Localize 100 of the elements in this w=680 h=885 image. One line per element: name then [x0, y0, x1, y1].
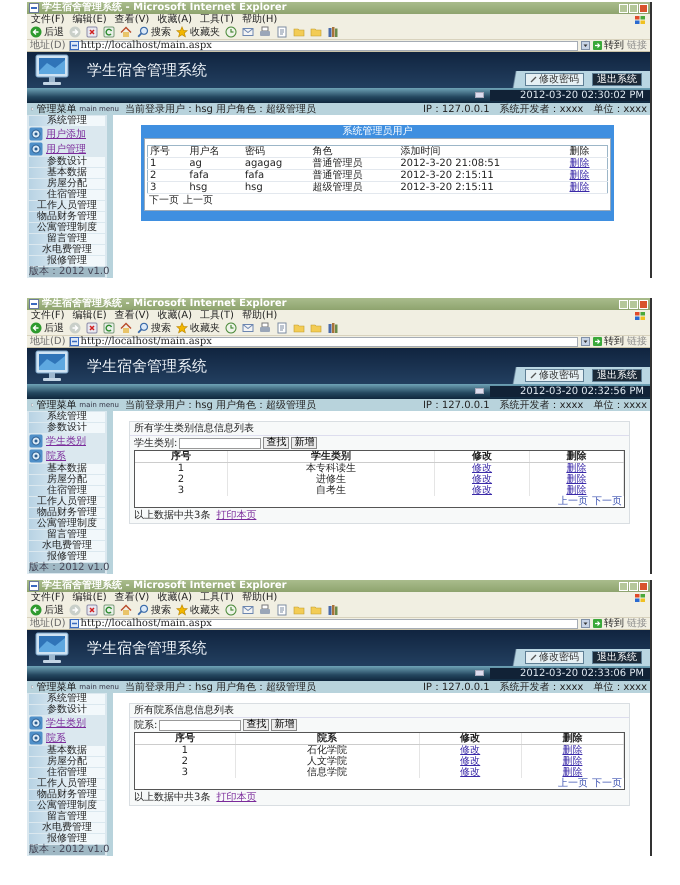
menu-link[interactable]: 用户添加	[46, 128, 86, 140]
home-icon[interactable]	[120, 26, 132, 38]
menu-item[interactable]: 收藏(A)	[157, 14, 192, 25]
menu-item[interactable]: 系统管理	[29, 116, 105, 126]
menu-item[interactable]: 基本数据	[29, 168, 105, 178]
menu-item[interactable]: 报修管理	[29, 552, 105, 562]
maximize-button[interactable]	[629, 4, 638, 12]
change-password-button[interactable]: 修改密码	[525, 369, 584, 382]
mail-icon[interactable]	[242, 604, 254, 616]
mail-icon[interactable]	[242, 322, 254, 334]
form-button[interactable]: 新增	[271, 719, 298, 731]
pager-link[interactable]: 上一页	[183, 195, 213, 206]
table-link[interactable]: 删除	[566, 485, 586, 496]
menu-item[interactable]: 工作人员管理	[29, 201, 105, 211]
mail-icon[interactable]	[242, 26, 254, 38]
favorites-button[interactable]: 收藏夹	[176, 322, 220, 334]
refresh-icon[interactable]	[103, 604, 115, 616]
stop-icon[interactable]	[86, 604, 98, 616]
table-link[interactable]: 删除	[562, 767, 582, 778]
dropdown-icon[interactable]	[581, 619, 590, 628]
document-icon[interactable]	[276, 26, 288, 38]
books-icon[interactable]	[327, 26, 339, 38]
menu-link[interactable]: 院系	[46, 450, 66, 462]
menu-link[interactable]: 院系	[46, 732, 66, 744]
form-button[interactable]: 新增	[291, 437, 318, 449]
menu-item[interactable]: 参数设计	[29, 157, 105, 167]
table-link[interactable]: 修改	[460, 745, 480, 756]
menu-item[interactable]: 查看(V)	[114, 592, 150, 603]
go-button[interactable]: 转到	[593, 618, 624, 629]
menu-item[interactable]: 工具(T)	[200, 592, 234, 603]
table-link[interactable]: 修改	[460, 756, 480, 767]
menu-item[interactable]: 文件(F)	[31, 592, 65, 603]
menu-item[interactable]: 参数设计	[29, 705, 105, 715]
menu-item[interactable]: 物品财务管理	[29, 212, 105, 222]
menu-item[interactable]: 物品财务管理	[29, 508, 105, 518]
menu-item[interactable]: 报修管理	[29, 256, 105, 266]
menu-item[interactable]: 文件(F)	[31, 14, 65, 25]
pager-link[interactable]: 上一页	[558, 778, 588, 789]
table-link[interactable]: 修改	[460, 767, 480, 778]
search-button[interactable]: 搜索	[137, 604, 171, 616]
print-link[interactable]: 打印本页	[216, 510, 256, 521]
pager-link[interactable]: 下一页	[592, 496, 622, 507]
table-link[interactable]: 修改	[472, 474, 492, 485]
home-icon[interactable]	[120, 322, 132, 334]
minimize-button[interactable]	[619, 4, 628, 12]
books-icon[interactable]	[327, 322, 339, 334]
back-button[interactable]: 后退	[30, 322, 64, 334]
clock-icon[interactable]	[225, 322, 237, 334]
menu-link[interactable]: 学生类别	[46, 718, 86, 728]
menu-item[interactable]: 住宿管理	[29, 190, 105, 200]
change-password-button[interactable]: 修改密码	[525, 651, 584, 664]
menu-item[interactable]: 公寓管理制度	[29, 519, 105, 529]
menu-item[interactable]: 房屋分配	[29, 179, 105, 189]
logout-button[interactable]: 退出系统	[592, 73, 642, 86]
menu-item[interactable]: 房屋分配	[29, 757, 105, 767]
form-button[interactable]: 查找	[243, 719, 270, 731]
menu-item[interactable]: 房屋分配	[29, 475, 105, 485]
address-field[interactable]: http://localhost/main.aspx	[68, 40, 578, 50]
go-button[interactable]: 转到	[593, 40, 624, 51]
menu-item[interactable]: 查看(V)	[114, 14, 150, 25]
back-button[interactable]: 后退	[30, 26, 64, 38]
menu-item[interactable]: 系统管理	[29, 694, 105, 704]
favorites-button[interactable]: 收藏夹	[176, 26, 220, 38]
menu-item[interactable]: 公寓管理制度	[29, 223, 105, 233]
menu-item[interactable]: 工作人员管理	[29, 497, 105, 507]
menu-item[interactable]: 基本数据	[29, 746, 105, 756]
menu-item[interactable]: 留言管理	[29, 812, 105, 822]
menu-item[interactable]: 公寓管理制度	[29, 801, 105, 811]
close-button[interactable]	[639, 300, 648, 308]
menu-item[interactable]: 工作人员管理	[29, 779, 105, 789]
home-icon[interactable]	[120, 604, 132, 616]
menu-item[interactable]: 编辑(E)	[72, 592, 107, 603]
table-link[interactable]: 删除	[570, 182, 590, 193]
close-button[interactable]	[639, 582, 648, 590]
menu-item[interactable]: 水电费管理	[29, 541, 105, 551]
menu-item[interactable]: 帮助(H)	[242, 14, 278, 25]
clock-icon[interactable]	[225, 26, 237, 38]
form-button[interactable]: 查找	[263, 437, 290, 449]
stop-icon[interactable]	[86, 26, 98, 38]
menu-item[interactable]: 文件(F)	[31, 310, 65, 321]
menu-item[interactable]: 编辑(E)	[72, 310, 107, 321]
address-field[interactable]: http://localhost/main.aspx	[68, 618, 578, 628]
menu-item[interactable]: 基本数据	[29, 464, 105, 474]
table-link[interactable]: 删除	[562, 756, 582, 767]
printer-icon[interactable]	[259, 322, 271, 334]
change-password-button[interactable]: 修改密码	[525, 73, 584, 86]
pager-link[interactable]: 下一页	[592, 778, 622, 789]
menu-item[interactable]: 报修管理	[29, 834, 105, 844]
menu-item[interactable]: 住宿管理	[29, 768, 105, 778]
table-link[interactable]: 删除	[562, 745, 582, 756]
menu-item[interactable]: 系统管理	[29, 412, 105, 422]
menu-item[interactable]: 收藏(A)	[157, 592, 192, 603]
menu-item[interactable]: 水电费管理	[29, 823, 105, 833]
close-button[interactable]	[639, 4, 648, 12]
books-icon[interactable]	[327, 604, 339, 616]
document-icon[interactable]	[276, 322, 288, 334]
search-button[interactable]: 搜索	[137, 26, 171, 38]
dropdown-icon[interactable]	[581, 41, 590, 50]
table-link[interactable]: 删除	[566, 463, 586, 474]
search-field[interactable]	[159, 720, 242, 730]
